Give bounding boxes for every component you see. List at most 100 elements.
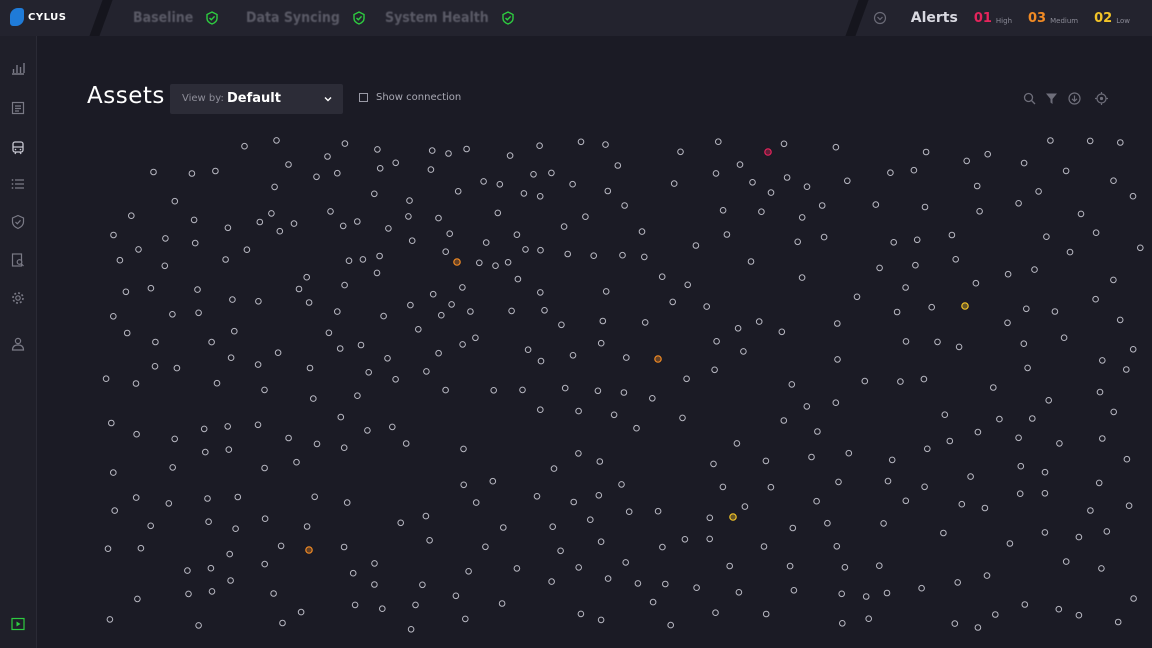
asset-node[interactable] — [426, 537, 433, 544]
show-connection-checkbox[interactable] — [359, 93, 368, 102]
asset-node[interactable] — [408, 237, 416, 244]
asset-node[interactable] — [972, 279, 980, 287]
asset-node[interactable] — [1051, 308, 1059, 315]
asset-node[interactable] — [537, 406, 544, 414]
asset-node[interactable] — [295, 285, 303, 293]
asset-node[interactable] — [703, 303, 711, 310]
asset-node[interactable] — [619, 251, 626, 259]
asset-node[interactable] — [622, 559, 630, 566]
asset-node[interactable] — [590, 252, 598, 259]
asset-node[interactable] — [941, 411, 949, 419]
asset-node[interactable] — [569, 180, 576, 188]
asset-node[interactable] — [683, 375, 690, 383]
filter-icon[interactable] — [1045, 92, 1058, 105]
asset-node[interactable] — [310, 395, 317, 402]
asset-node[interactable] — [419, 581, 426, 589]
alert-node-low[interactable] — [729, 513, 737, 521]
asset-node[interactable] — [550, 465, 558, 472]
asset-node[interactable] — [921, 483, 928, 491]
asset-node[interactable] — [679, 414, 686, 422]
asset-node[interactable] — [379, 605, 386, 613]
asset-node[interactable] — [132, 494, 140, 501]
asset-node[interactable] — [780, 417, 788, 424]
asset-node[interactable] — [861, 377, 869, 385]
asset-node[interactable] — [1086, 137, 1094, 145]
asset-node[interactable] — [1110, 276, 1117, 284]
asset-node[interactable] — [984, 150, 992, 158]
asset-node[interactable] — [602, 288, 610, 295]
asset-node[interactable] — [1020, 340, 1028, 347]
asset-node[interactable] — [343, 499, 351, 506]
asset-node[interactable] — [110, 231, 117, 239]
asset-node[interactable] — [832, 143, 840, 151]
asset-node[interactable] — [336, 345, 344, 352]
asset-node[interactable] — [967, 473, 974, 480]
asset-node[interactable] — [334, 308, 341, 315]
asset-node[interactable] — [883, 589, 891, 597]
asset-node[interactable] — [845, 449, 853, 457]
asset-node[interactable] — [537, 246, 544, 254]
asset-node[interactable] — [224, 423, 231, 430]
asset-node[interactable] — [976, 208, 983, 215]
asset-node[interactable] — [152, 338, 159, 346]
asset-node[interactable] — [918, 584, 925, 592]
asset-node[interactable] — [524, 346, 532, 353]
alert-node-high[interactable] — [764, 148, 772, 156]
chart-icon[interactable] — [10, 60, 26, 76]
asset-node[interactable] — [767, 483, 775, 491]
asset-node[interactable] — [577, 610, 585, 618]
view-by-select[interactable]: View by: Default — [170, 84, 343, 114]
asset-node[interactable] — [514, 275, 522, 283]
asset-node[interactable] — [520, 190, 528, 197]
asset-node[interactable] — [108, 419, 115, 427]
asset-node[interactable] — [459, 341, 466, 348]
status-data-syncing[interactable]: Data Syncing — [246, 7, 366, 29]
asset-node[interactable] — [747, 258, 755, 265]
asset-node[interactable] — [1099, 435, 1106, 442]
asset-node[interactable] — [111, 507, 118, 514]
asset-node[interactable] — [1024, 364, 1031, 372]
asset-node[interactable] — [402, 440, 410, 447]
asset-node[interactable] — [990, 384, 997, 391]
asset-node[interactable] — [1041, 468, 1049, 476]
asset-node[interactable] — [122, 288, 130, 296]
asset-node[interactable] — [285, 434, 292, 442]
asset-node[interactable] — [341, 140, 349, 147]
asset-node[interactable] — [412, 601, 419, 609]
alerts-medium-count[interactable]: 03 — [1028, 11, 1046, 26]
asset-node[interactable] — [452, 592, 460, 600]
asset-node[interactable] — [735, 589, 743, 596]
asset-node[interactable] — [194, 286, 201, 293]
asset-node[interactable] — [208, 588, 216, 595]
asset-node[interactable] — [293, 458, 300, 466]
asset-node[interactable] — [303, 523, 311, 530]
asset-node[interactable] — [876, 562, 883, 570]
asset-node[interactable] — [435, 349, 442, 357]
asset-node[interactable] — [373, 269, 381, 277]
asset-node[interactable] — [279, 619, 286, 627]
asset-node[interactable] — [1056, 440, 1063, 447]
asset-node[interactable] — [270, 590, 277, 597]
asset-node[interactable] — [171, 435, 178, 443]
asset-node[interactable] — [227, 577, 234, 584]
asset-node[interactable] — [337, 413, 345, 421]
asset-node[interactable] — [649, 598, 657, 606]
asset-node[interactable] — [844, 177, 851, 185]
asset-node[interactable] — [254, 361, 262, 368]
asset-node[interactable] — [104, 545, 112, 553]
asset-node[interactable] — [290, 220, 298, 227]
asset-node[interactable] — [392, 159, 400, 167]
asset-node[interactable] — [912, 261, 919, 269]
asset-node[interactable] — [902, 284, 909, 291]
asset-node[interactable] — [723, 231, 731, 238]
asset-node[interactable] — [1103, 528, 1111, 535]
asset-node[interactable] — [569, 352, 577, 359]
asset-node[interactable] — [865, 615, 873, 623]
asset-node[interactable] — [324, 153, 331, 160]
asset-node[interactable] — [472, 334, 479, 342]
asset-node[interactable] — [133, 430, 140, 438]
asset-node[interactable] — [151, 363, 159, 370]
asset-node[interactable] — [884, 477, 892, 485]
asset-node[interactable] — [384, 355, 391, 362]
asset-node[interactable] — [261, 464, 268, 472]
